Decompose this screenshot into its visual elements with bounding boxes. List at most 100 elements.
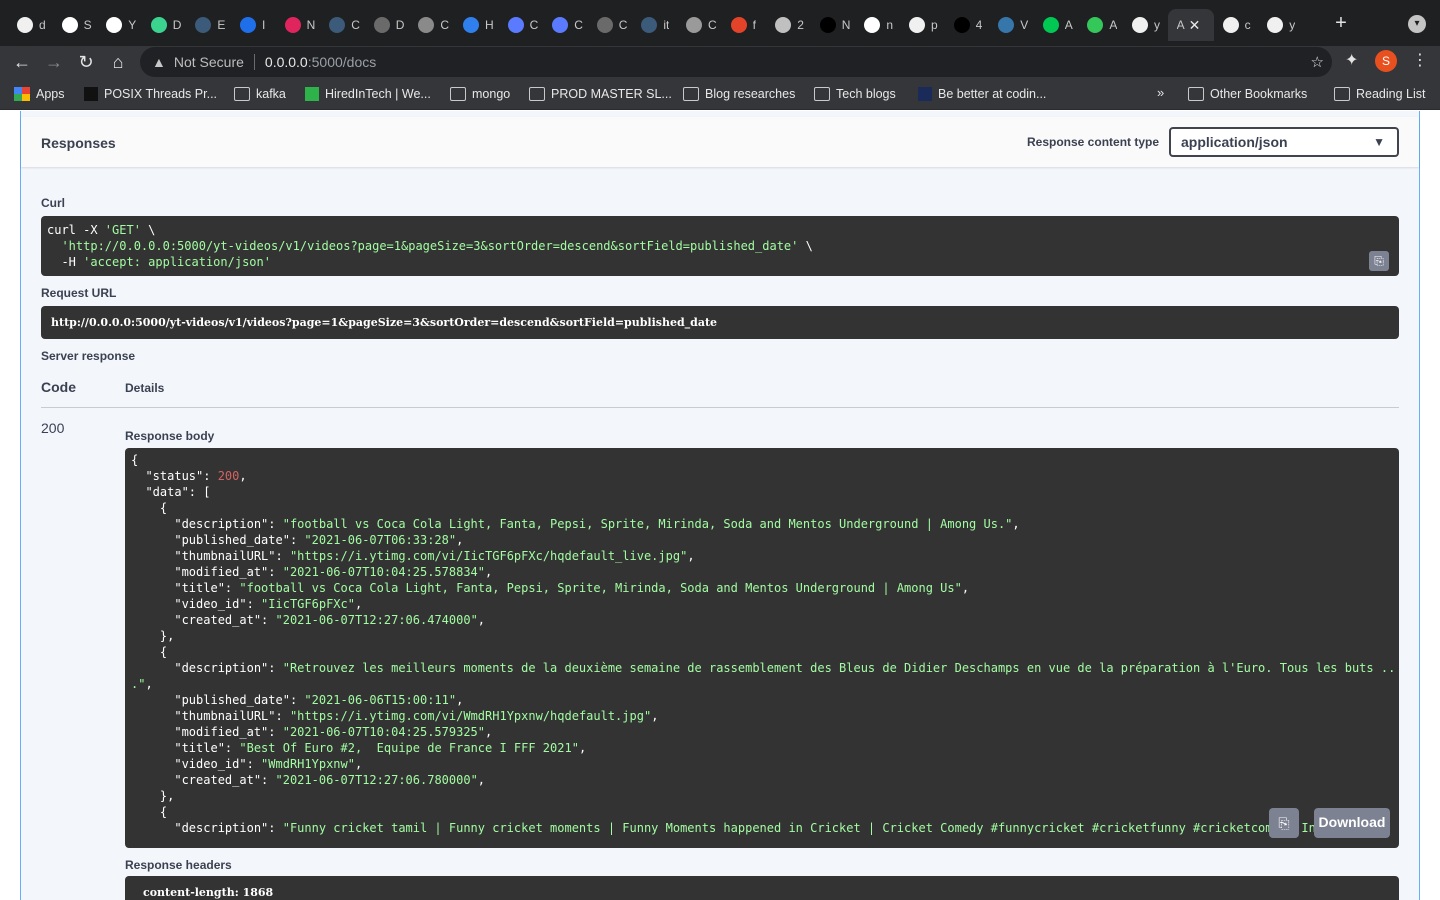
forward-icon[interactable]: → [42,50,66,74]
tab-search-icon[interactable]: ▾ [1408,15,1426,33]
browser-tab[interactable]: H [454,9,498,41]
new-tab-button[interactable]: + [1330,12,1352,35]
bookmark-item[interactable]: kafka [234,86,286,102]
json-line: "data": [ [131,484,1393,500]
browser-tab-active[interactable]: A ✕ [1167,9,1214,41]
reload-icon[interactable]: ↻ [74,50,98,74]
browser-tab[interactable]: f [722,9,766,41]
bookmark-item[interactable]: HiredInTech | We... [305,86,431,102]
json-token: "video_id": [131,597,262,611]
tab-title: A [1064,18,1073,32]
bookmark-star-icon[interactable]: ☆ [1311,53,1324,71]
browser-tab[interactable]: d [8,9,52,41]
security-status[interactable]: Not Secure [174,54,244,70]
address-bar[interactable]: ▲ Not Secure 0.0.0.0:5000/docs ☆ [140,47,1332,77]
browser-tab[interactable]: c [1214,9,1258,41]
browser-tab[interactable]: C [409,9,453,41]
json-token: , [239,469,247,483]
tab-title: A [1176,18,1185,32]
browser-menu-icon[interactable]: ⋮ [1412,50,1428,70]
browser-tab[interactable]: E [186,9,230,41]
close-tab-icon[interactable]: ✕ [1189,17,1201,34]
browser-tab[interactable]: A [1078,9,1122,41]
browser-tab[interactable]: N [276,9,320,41]
bookmarks-overflow-icon[interactable]: » [1157,85,1164,100]
bookmark-item[interactable]: Tech blogs [814,86,896,102]
browser-tab[interactable]: N [811,9,855,41]
curl-token: curl -X [47,223,105,237]
browser-tab[interactable]: C [499,9,543,41]
browser-tab[interactable]: n [855,9,899,41]
download-button[interactable]: Download [1314,808,1390,838]
browser-tab[interactable]: C [677,9,721,41]
json-string: ." [131,677,146,691]
bookmark-label: Be better at codin... [938,87,1047,101]
json-line: "thumbnailURL": "https://i.ytimg.com/vi/… [131,548,1393,564]
bookmark-favicon [918,87,932,101]
tab-title: C [529,18,539,32]
browser-tab[interactable]: D [142,9,186,41]
bookmark-label: mongo [472,87,511,101]
profile-avatar[interactable]: S [1375,50,1397,72]
curl-label: Curl [41,196,65,210]
other-bookmarks[interactable]: Other Bookmarks [1188,86,1307,102]
browser-tab[interactable]: C [588,9,632,41]
browser-tab[interactable]: y [1258,9,1302,41]
browser-tab[interactable]: p [900,9,944,41]
json-token: , [477,613,486,627]
copy-response-icon[interactable]: ⎘ [1269,808,1299,838]
tab-favicon-icon [953,17,970,33]
bookmark-item[interactable]: Be better at codin... [918,86,1046,102]
browser-tab[interactable]: S [53,9,97,41]
back-icon[interactable]: ← [10,50,34,74]
json-token: , [354,757,363,771]
response-body[interactable]: { "status": 200, "data": [ { "descriptio… [125,448,1399,848]
browser-tab[interactable]: C [320,9,364,41]
bookmark-item[interactable]: POSIX Threads Pr... [84,86,217,102]
bookmark-label: HiredInTech | We... [325,87,431,101]
extensions-icon[interactable]: ✦ [1345,50,1358,70]
reading-list[interactable]: Reading List [1334,86,1426,102]
bookmark-item[interactable]: mongo [450,86,510,102]
browser-tab[interactable]: I [231,9,275,41]
curl-command[interactable]: curl -X 'GET' \ 'http://0.0.0.0:5000/yt-… [41,216,1399,276]
json-token: "modified_at": [131,565,283,579]
bookmark-item[interactable]: Apps [14,86,65,102]
browser-tab[interactable]: D [365,9,409,41]
browser-tab[interactable]: 4 [945,9,989,41]
bookmark-item[interactable]: Blog researches [683,86,795,102]
response-content-type-select[interactable]: application/json ▼ [1169,127,1399,157]
browser-tab[interactable]: C [543,9,587,41]
browser-tab[interactable]: it [632,9,676,41]
copy-curl-icon[interactable]: ⎘ [1369,251,1389,271]
json-token: "title": [131,581,240,595]
curl-line: -H 'accept: application/json' [47,254,1393,270]
tab-favicon-icon [909,17,925,33]
bookmark-label: Blog researches [705,87,796,101]
curl-token: \ [798,239,813,253]
tab-title: p [931,18,938,32]
browser-tab[interactable]: y [1123,9,1167,41]
tab-favicon-icon [1267,17,1284,33]
json-token: { [131,501,168,515]
json-line: "description": "football vs Coca Cola Li… [131,516,1393,532]
swagger-page: Responses Response content type applicat… [0,111,1440,900]
response-headers-label: Response headers [125,858,232,872]
browser-tab[interactable]: A [1034,9,1078,41]
chevron-down-icon: ▼ [1373,135,1385,149]
home-icon[interactable]: ⌂ [106,50,130,74]
reading-list-label: Reading List [1356,87,1426,101]
tab-title: c [1244,18,1251,32]
apps-grid-icon [14,87,30,101]
tab-title: f [752,18,756,32]
json-string: "2021-06-07T12:27:06.780000" [275,773,478,787]
browser-tab[interactable]: 2 [766,9,810,41]
tab-favicon-icon [998,17,1015,33]
browser-tab[interactable]: Y [97,9,141,41]
tab-title: E [217,18,226,32]
json-token: , [961,581,970,595]
bookmark-item[interactable]: PROD MASTER SL... [529,86,672,102]
browser-tab[interactable]: V [989,9,1033,41]
json-line: "created_at": "2021-06-07T12:27:06.78000… [131,772,1393,788]
bookmark-label: kafka [256,87,286,101]
